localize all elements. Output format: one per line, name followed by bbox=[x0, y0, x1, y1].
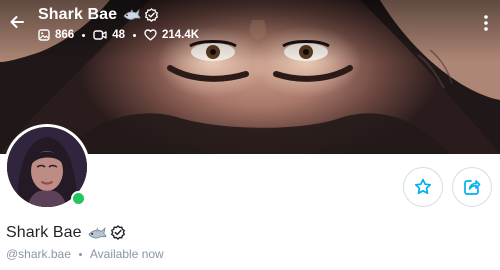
back-button[interactable] bbox=[6, 11, 28, 33]
cover-stats: 866 48 214.4K bbox=[38, 27, 199, 43]
profile-subtitle: @shark.bae Available now bbox=[6, 246, 164, 262]
arrow-left-icon bbox=[10, 16, 24, 28]
cover-badges bbox=[123, 7, 159, 23]
heart-icon bbox=[144, 29, 157, 41]
cover-display-name: Shark Bae bbox=[38, 6, 118, 23]
username: @shark.bae bbox=[6, 247, 71, 261]
photos-count: 866 bbox=[55, 29, 75, 41]
videos-count: 48 bbox=[112, 29, 125, 41]
profile-badges bbox=[88, 225, 126, 241]
videos-stat: 48 bbox=[93, 29, 125, 41]
likes-count: 214.4K bbox=[161, 29, 200, 41]
image-icon bbox=[38, 29, 50, 41]
profile-page: Shark Bae 866 48 214.4K Shark Bae @shark… bbox=[0, 0, 500, 270]
avatar[interactable] bbox=[4, 124, 90, 210]
star-icon bbox=[414, 178, 432, 195]
profile-title: Shark Bae bbox=[6, 222, 126, 244]
stat-separator bbox=[132, 33, 136, 37]
verified-badge-icon bbox=[110, 225, 125, 240]
subtitle-separator bbox=[78, 252, 82, 256]
favorite-button[interactable] bbox=[403, 167, 443, 207]
stat-separator bbox=[82, 33, 86, 37]
photos-stat: 866 bbox=[38, 29, 74, 41]
more-options-button[interactable] bbox=[478, 12, 494, 34]
more-vertical-icon bbox=[484, 15, 488, 31]
availability-status: Available now bbox=[89, 247, 164, 261]
shark-emoji-icon bbox=[88, 226, 106, 238]
shark-emoji-icon bbox=[123, 8, 141, 20]
cover-title: Shark Bae bbox=[38, 5, 159, 25]
online-status-dot bbox=[71, 191, 86, 206]
likes-stat: 214.4K bbox=[144, 29, 199, 41]
verified-badge-icon bbox=[145, 7, 159, 22]
profile-display-name: Shark Bae bbox=[6, 224, 82, 241]
share-button[interactable] bbox=[452, 167, 492, 207]
cover-image: Shark Bae 866 48 214.4K bbox=[0, 0, 500, 154]
video-icon bbox=[93, 30, 107, 40]
share-icon bbox=[464, 180, 481, 195]
